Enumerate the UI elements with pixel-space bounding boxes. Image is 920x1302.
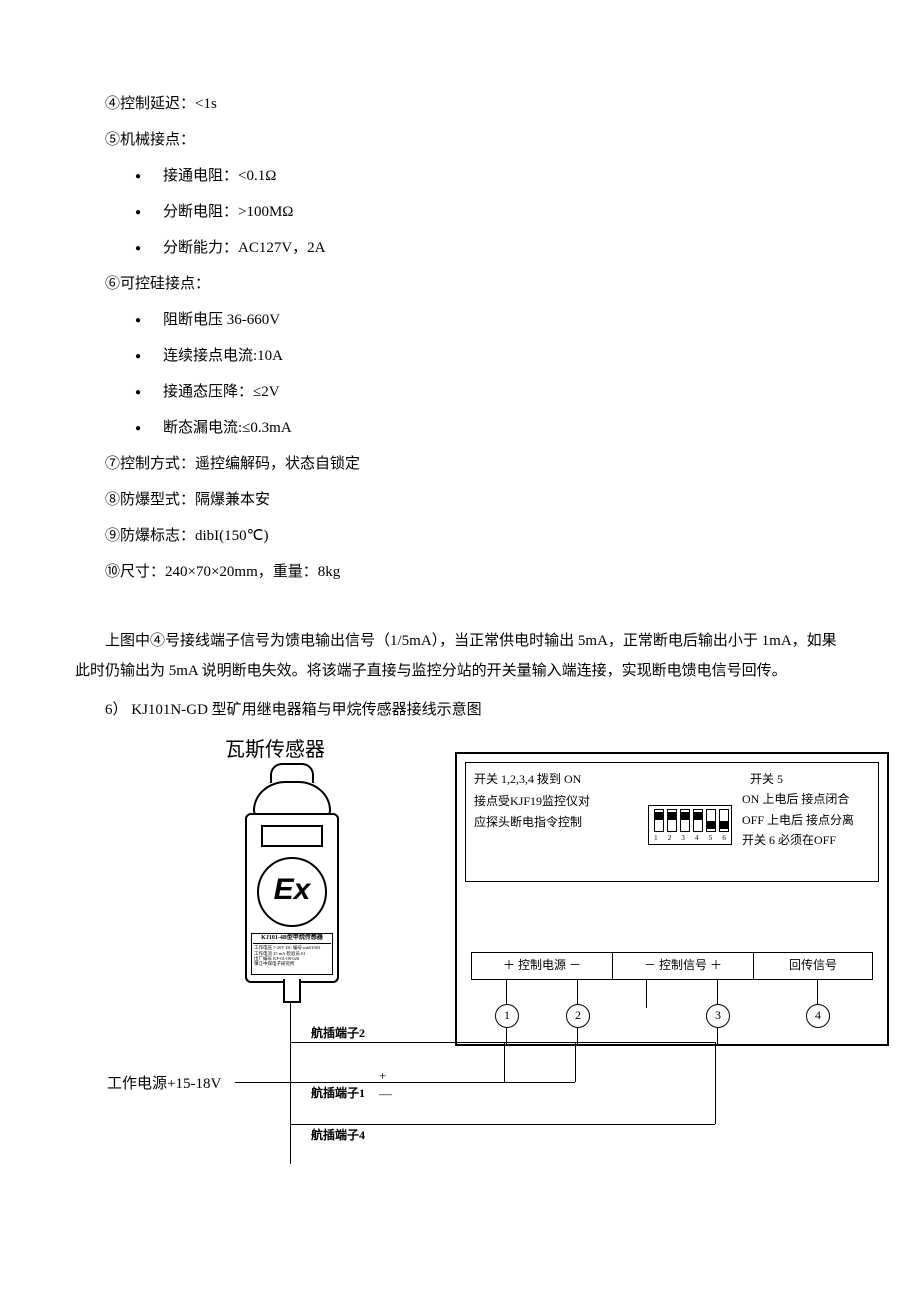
dip-num-3: 3 xyxy=(681,833,685,845)
gas-sensor-icon: Ex KJ101-4B型甲烷传感器 工作电压 7-20V DC 编号:mk010… xyxy=(235,769,345,989)
nameplate-title: KJ101-4B型甲烷传感器 xyxy=(253,935,331,944)
spec-9: ⑨防爆标志：dibI(150℃) xyxy=(75,524,845,548)
dip-num-4: 4 xyxy=(695,833,699,845)
spec-5c-text: 分断能力：AC127V，2A xyxy=(163,240,326,256)
dip-num-1: 1 xyxy=(654,833,658,845)
sensor-nameplate: KJ101-4B型甲烷传感器 工作电压 7-20V DC 编号:mk01003 … xyxy=(251,933,333,975)
spec-6c: 接通态压降：≤2V xyxy=(75,380,845,404)
spec-6a: 阻断电压 36-660V xyxy=(75,308,845,332)
spec-5b: 分断电阻：>100MΩ xyxy=(75,200,845,224)
dip-text-a1: 开关 1,2,3,4 拨到 ON xyxy=(474,769,644,791)
terminal-label-feedback: 回传信号 xyxy=(754,953,872,979)
psu-label: 工作电源+15-18V xyxy=(107,1072,221,1096)
spec-5a: 接通电阻：<0.1Ω xyxy=(75,164,845,188)
ex-mark-icon: Ex xyxy=(257,857,327,927)
terminal-1: 1 xyxy=(495,1004,519,1028)
wire-plug-4 xyxy=(290,1124,715,1125)
nameplate-body: 工作电压 7-20V DC 编号:mk01003 工作电流 25 mA 检验员:… xyxy=(253,944,331,968)
spec-10: ⑩尺寸：240×70×20mm，重量：8kg xyxy=(75,560,845,584)
dip-text-a3: 应探头断电指令控制 xyxy=(474,812,644,834)
wire-plug-1 xyxy=(290,1082,575,1083)
plug-4-label: 航插端子4 xyxy=(311,1126,365,1145)
wiring-diagram: 瓦斯传感器 Ex KJ101-4B型甲烷传感器 工作电压 7-20V DC 编号… xyxy=(115,734,895,1194)
dip-switch-icon: 1 2 3 4 5 6 xyxy=(648,805,732,845)
plug-2-label: 航插端子2 xyxy=(311,1024,365,1043)
dip-text-a2: 接点受KJF19监控仪对 xyxy=(474,791,644,813)
wire-t1-drop xyxy=(504,1042,505,1082)
spec-6b: 连续接点电流:10A xyxy=(75,344,845,368)
page: ④控制延迟：<1s ⑤机械接点： 接通电阻：<0.1Ω 分断电阻：>100MΩ … xyxy=(0,0,920,1234)
minus-sign: — xyxy=(379,1084,392,1105)
terminal-label-power: ＋ 控制电源 － xyxy=(472,953,613,979)
spec-5: ⑤机械接点： xyxy=(75,128,845,152)
spec-6b-text: 连续接点电流:10A xyxy=(163,348,283,364)
sensor-title: 瓦斯传感器 xyxy=(225,734,325,766)
wire-t2-drop xyxy=(575,1042,576,1082)
terminal-label-signal: － 控制信号 ＋ xyxy=(613,953,754,979)
spec-6: ⑥可控硅接点： xyxy=(75,272,845,296)
terminal-panel: ＋ 控制电源 － － 控制信号 ＋ 回传信号 xyxy=(471,952,873,980)
dip-num-2: 2 xyxy=(668,833,672,845)
spec-4: ④控制延迟：<1s xyxy=(75,92,845,116)
relay-box: 开关 1,2,3,4 拨到 ON 接点受KJF19监控仪对 应探头断电指令控制 … xyxy=(455,752,889,1046)
spec-5a-text: 接通电阻：<0.1Ω xyxy=(163,168,276,184)
terminal-4: 4 xyxy=(806,1004,830,1028)
spec-6c-text: 接通态压降：≤2V xyxy=(163,384,280,400)
description-paragraph: 上图中④号接线端子信号为馈电输出信号（1/5mA），当正常供电时输出 5mA，正… xyxy=(75,626,845,686)
spec-5c: 分断能力：AC127V，2A xyxy=(75,236,845,260)
plug-1-label: 航插端子1 xyxy=(311,1084,365,1103)
terminal-3: 3 xyxy=(706,1004,730,1028)
dip-num-6: 6 xyxy=(722,833,726,845)
spec-8: ⑧防爆型式：隔爆兼本安 xyxy=(75,488,845,512)
spec-6a-text: 阻断电压 36-660V xyxy=(163,312,280,328)
spec-6d-text: 断态漏电流:≤0.3mA xyxy=(163,420,292,436)
terminal-2: 2 xyxy=(566,1004,590,1028)
section-6-heading: 6） KJ101N-GD 型矿用继电器箱与甲烷传感器接线示意图 xyxy=(75,698,845,722)
dip-text-b1: 开关 5 xyxy=(650,769,870,789)
spec-5b-text: 分断电阻：>100MΩ xyxy=(163,204,293,220)
dip-info-panel: 开关 1,2,3,4 拨到 ON 接点受KJF19监控仪对 应探头断电指令控制 … xyxy=(465,762,879,882)
dip-num-5: 5 xyxy=(709,833,713,845)
wire-psu xyxy=(235,1082,290,1083)
spec-7: ⑦控制方式：遥控编解码，状态自锁定 xyxy=(75,452,845,476)
spec-6d: 断态漏电流:≤0.3mA xyxy=(75,416,845,440)
